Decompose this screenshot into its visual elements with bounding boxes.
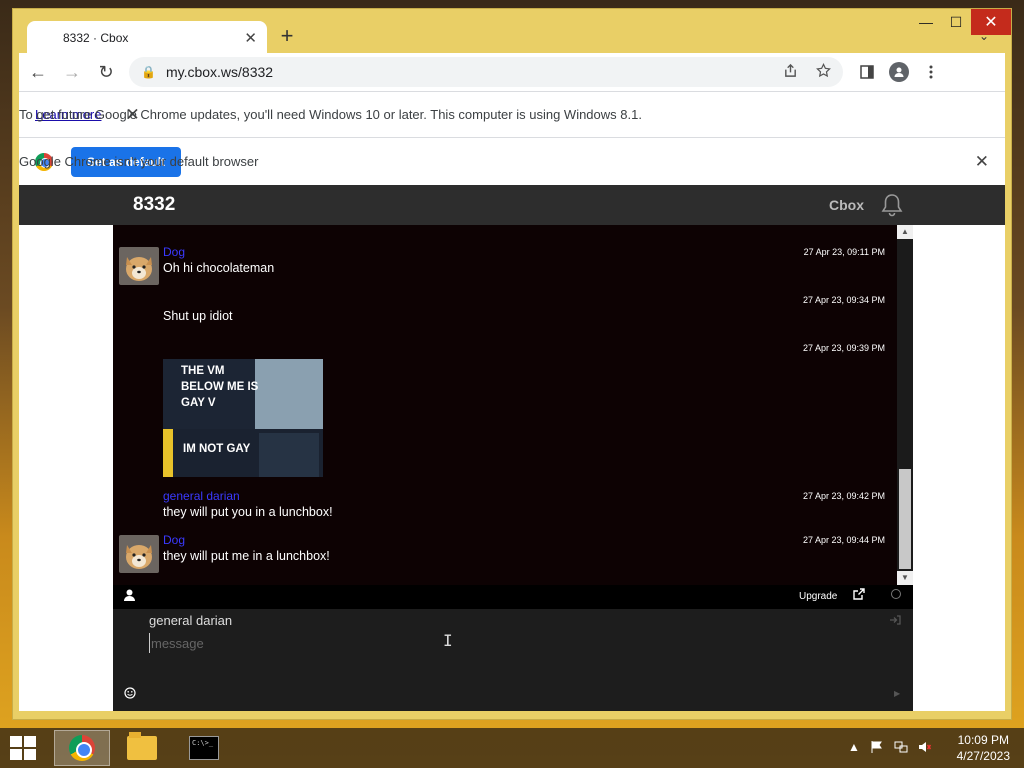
profile-avatar[interactable] (883, 57, 915, 87)
start-button[interactable] (10, 736, 38, 762)
system-tray: ▲ (848, 740, 932, 757)
message-time: 27 Apr 23, 09:34 PM (802, 295, 885, 305)
upgrade-link[interactable]: Upgrade (799, 591, 837, 602)
bell-icon[interactable] (881, 193, 903, 223)
back-button[interactable]: ← (23, 57, 53, 87)
menu-kebab-icon[interactable] (915, 57, 947, 87)
update-infobar: To get future Google Chrome updates, you… (19, 91, 1005, 137)
list-item: 27 Apr 23, 09:39 PM THE VM BELOW ME IS G… (113, 341, 897, 481)
folder-icon (127, 732, 157, 760)
chrome-icon (69, 735, 95, 761)
reload-button[interactable]: ↻ (91, 57, 121, 87)
message-time: 27 Apr 23, 09:39 PM (802, 343, 885, 353)
browser-toolbar: ← → ↻ 🔒 my.cbox.ws/8332 (19, 53, 1005, 91)
current-user-name[interactable]: general darian (149, 613, 232, 628)
message-text: they will put me in a lunchbox! (163, 549, 330, 563)
message-scrollbar[interactable]: ▲ ▼ (897, 225, 913, 585)
bookmark-star-icon[interactable] (816, 62, 831, 82)
cbox-brand-link[interactable]: Cbox (829, 197, 864, 213)
message-text: Oh hi chocolateman (163, 261, 275, 275)
page-content: 8332 Cbox Dog Oh hi chocolateman 27 Apr … (19, 185, 1005, 711)
scroll-up-icon[interactable]: ▲ (897, 225, 913, 239)
default-browser-infobar: Google Chrome isn't your default browser… (19, 137, 1005, 185)
scroll-thumb[interactable] (899, 469, 911, 569)
emoji-icon[interactable] (124, 687, 136, 702)
taskbar-clock[interactable]: 10:09 PM 4/27/2023 (957, 732, 1010, 764)
taskbar: C:\>_ ▲ 10:09 PM 4/27/2023 (0, 728, 1024, 768)
message-list: Dog Oh hi chocolateman 27 Apr 23, 09:11 … (113, 225, 897, 585)
image-caption-bottom: IM NOT GAY (183, 443, 251, 455)
new-tab-button[interactable]: + (275, 25, 299, 49)
message-time: 27 Apr 23, 09:44 PM (802, 535, 885, 545)
default-browser-message: Google Chrome isn't your default browser (19, 154, 259, 169)
list-item: general darian they will put you in a lu… (113, 487, 897, 527)
message-image[interactable]: THE VM BELOW ME IS GAY V IM NOT GAY (163, 359, 323, 477)
close-icon[interactable]: ✕ (975, 152, 989, 172)
message-time: 27 Apr 23, 09:42 PM (802, 491, 885, 501)
connection-status-icon (891, 589, 901, 599)
message-author[interactable]: Dog (163, 533, 185, 547)
user-icon[interactable] (124, 589, 135, 604)
network-icon[interactable] (894, 740, 908, 757)
tab-cbox[interactable]: 8332 · Cbox ✕ (27, 21, 267, 55)
chrome-window: — ☐ ✕ 8332 · Cbox ✕ + ⌄ ← → ↻ 🔒 my.cbox.… (12, 8, 1012, 720)
send-icon[interactable]: ▶ (894, 689, 900, 698)
taskbar-command-prompt[interactable]: C:\>_ (176, 730, 232, 766)
message-author[interactable]: Dog (163, 245, 185, 259)
scroll-down-icon[interactable]: ▼ (897, 571, 913, 585)
chat-box: Dog Oh hi chocolateman 27 Apr 23, 09:11 … (113, 225, 913, 711)
message-author[interactable]: general darian (163, 489, 240, 503)
action-center-flag-icon[interactable] (870, 740, 884, 757)
clock-date: 4/27/2023 (956, 749, 1010, 763)
address-bar[interactable]: 🔒 my.cbox.ws/8332 (129, 57, 843, 87)
page-title: 8332 (133, 194, 176, 215)
chat-toolbar: Upgrade (113, 585, 913, 609)
tab-strip: 8332 · Cbox ✕ + ⌄ (19, 19, 999, 55)
list-item: Dog Oh hi chocolateman 27 Apr 23, 09:11 … (113, 243, 897, 287)
lock-icon[interactable]: 🔒 (141, 65, 156, 79)
side-panel-icon[interactable] (851, 57, 883, 87)
terminal-icon: C:\>_ (189, 736, 219, 760)
tab-close-icon[interactable]: ✕ (244, 29, 257, 47)
forward-button[interactable]: → (57, 57, 87, 87)
taskbar-file-explorer[interactable] (114, 730, 170, 766)
tab-search-icon[interactable]: ⌄ (979, 29, 989, 43)
mouse-cursor-icon: I (443, 631, 453, 650)
update-message: To get future Google Chrome updates, you… (19, 107, 642, 122)
taskbar-chrome[interactable] (54, 730, 110, 766)
volume-muted-icon[interactable] (918, 740, 932, 757)
popout-icon[interactable] (853, 588, 865, 603)
message-input[interactable] (149, 633, 849, 653)
message-text: Shut up idiot (163, 309, 233, 323)
avatar[interactable] (119, 247, 159, 285)
show-hidden-icons[interactable]: ▲ (848, 740, 860, 757)
image-caption-top: THE VM BELOW ME IS GAY V (181, 365, 259, 409)
message-text: they will put you in a lunchbox! (163, 505, 333, 519)
list-item: Shut up idiot 27 Apr 23, 09:34 PM (113, 293, 897, 327)
url-text[interactable]: my.cbox.ws/8332 (166, 64, 765, 80)
avatar[interactable] (119, 535, 159, 573)
share-icon[interactable] (783, 63, 798, 82)
clock-time: 10:09 PM (957, 733, 1009, 747)
list-item: Dog they will put me in a lunchbox! 27 A… (113, 531, 897, 577)
profile-icon (889, 62, 909, 82)
compose-area: general darian I ▶ (113, 609, 913, 711)
cbox-header: 8332 Cbox (19, 185, 1005, 225)
message-time: 27 Apr 23, 09:11 PM (803, 247, 885, 257)
login-icon[interactable] (889, 615, 901, 628)
tab-title: 8332 · Cbox (63, 31, 129, 45)
